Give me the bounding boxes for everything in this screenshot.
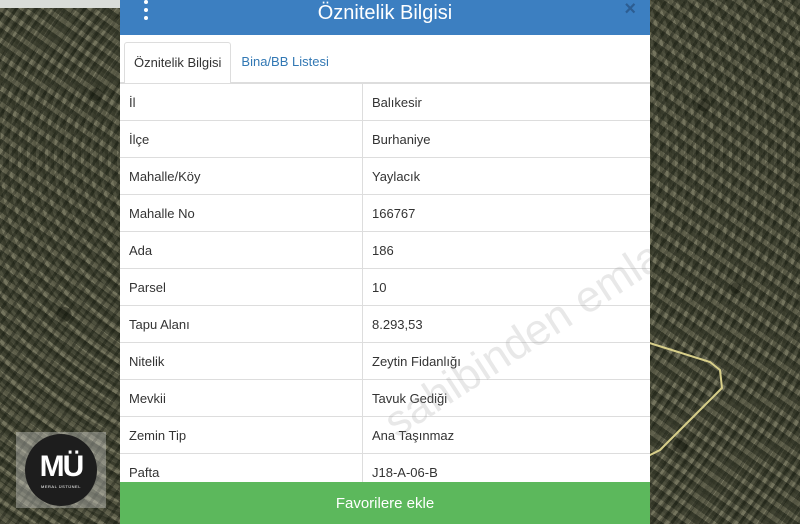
attribute-key: Ada (120, 231, 363, 269)
table-row: Mahalle/Köy Yaylacık (120, 157, 650, 195)
attribute-key: Tapu Alanı (120, 305, 363, 343)
attribute-value: Tavuk Gediği (362, 379, 650, 417)
tab-bar: Öznitelik Bilgisi Bina/BB Listesi (120, 38, 650, 83)
attribute-value: Burhaniye (362, 120, 650, 158)
more-vertical-icon[interactable] (142, 0, 150, 20)
attribute-value: 10 (362, 268, 650, 306)
attribute-key: İl (120, 83, 363, 121)
attribute-value: Ana Taşınmaz (362, 416, 650, 454)
table-row: Parsel 10 (120, 268, 650, 306)
logo-subtitle: MERAL ÜSTÜNEL (41, 483, 81, 489)
agency-logo: MÜ MERAL ÜSTÜNEL (16, 432, 106, 508)
attribute-key: Parsel (120, 268, 363, 306)
attribute-value: Yaylacık (362, 157, 650, 195)
attribute-key: Zemin Tip (120, 416, 363, 454)
close-icon[interactable]: × (624, 0, 636, 19)
attribute-key: Mahalle No (120, 194, 363, 232)
table-row: Tapu Alanı 8.293,53 (120, 305, 650, 343)
attribute-panel: Öznitelik Bilgisi × Öznitelik Bilgisi Bi… (120, 0, 650, 524)
attribute-value: 166767 (362, 194, 650, 232)
attribute-key: İlçe (120, 120, 363, 158)
attribute-value: 8.293,53 (362, 305, 650, 343)
table-row: Mahalle No 166767 (120, 194, 650, 232)
table-row: Zemin Tip Ana Taşınmaz (120, 416, 650, 454)
logo-badge: MÜ MERAL ÜSTÜNEL (25, 434, 97, 506)
table-row: Ada 186 (120, 231, 650, 269)
table-row: Nitelik Zeytin Fidanlığı (120, 342, 650, 380)
attribute-key: Nitelik (120, 342, 363, 380)
attribute-table: İl Balıkesir İlçe Burhaniye Mahalle/Köy Yayla… (120, 83, 650, 490)
attribute-key: Mevkii (120, 379, 363, 417)
attribute-value: Zeytin Fidanlığı (362, 342, 650, 380)
logo-mark: MÜ (39, 449, 85, 483)
panel-header: Öznitelik Bilgisi × (120, 0, 650, 35)
map-control-strip (0, 0, 122, 8)
attribute-value: 186 (362, 231, 650, 269)
table-row: İl Balıkesir (120, 83, 650, 121)
table-row: Mevkii Tavuk Gediği (120, 379, 650, 417)
attribute-value: Balıkesir (362, 83, 650, 121)
tab-building-list[interactable]: Bina/BB Listesi (231, 41, 338, 82)
tab-attribute-info[interactable]: Öznitelik Bilgisi (124, 42, 232, 83)
add-to-favorites-button[interactable]: Favorilere ekle (120, 482, 650, 524)
panel-title: Öznitelik Bilgisi (317, 2, 453, 24)
attribute-key: Mahalle/Köy (120, 157, 363, 195)
table-row: İlçe Burhaniye (120, 120, 650, 158)
